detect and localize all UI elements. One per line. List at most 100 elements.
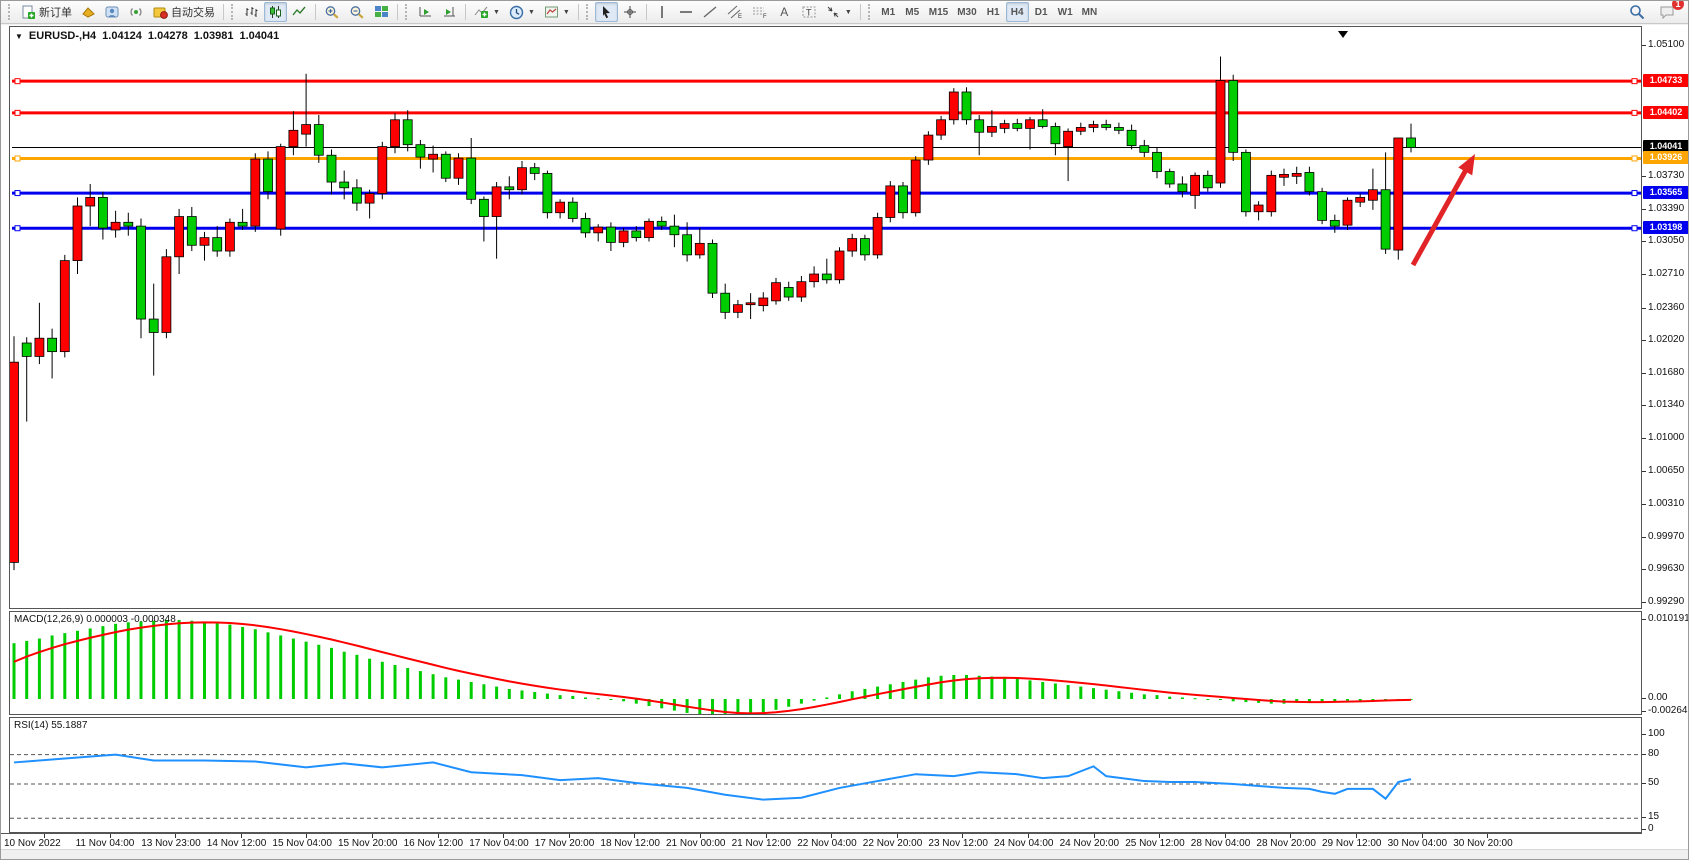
collapse-indicator-icon[interactable]: ▼ bbox=[15, 32, 23, 41]
timeframe-d1-button[interactable]: D1 bbox=[1030, 2, 1053, 22]
macd-bar bbox=[165, 620, 168, 699]
price-tag: 1.04402 bbox=[1643, 106, 1689, 119]
arrows-button[interactable]: ▼ bbox=[822, 2, 856, 22]
macd-bar bbox=[1079, 687, 1082, 699]
bull-candle bbox=[1394, 138, 1403, 250]
ohlc-close: 1.04041 bbox=[239, 30, 279, 42]
crosshair-button[interactable] bbox=[619, 2, 642, 22]
macd-bar bbox=[101, 626, 104, 699]
candlestick-chart-button[interactable] bbox=[264, 2, 287, 22]
price-tick-label: 1.03730 bbox=[1648, 170, 1689, 181]
horizontal-line-button[interactable] bbox=[675, 2, 698, 22]
navigator-button[interactable] bbox=[101, 2, 124, 22]
bull-candle bbox=[886, 186, 895, 218]
zoom-in-button[interactable] bbox=[320, 2, 344, 22]
bear-candle bbox=[264, 159, 273, 192]
line-handle bbox=[1632, 156, 1637, 161]
chart-shift-marker-icon bbox=[1338, 31, 1348, 38]
bull-candle bbox=[645, 221, 654, 237]
line-handle bbox=[15, 156, 20, 161]
macd-bar bbox=[38, 639, 41, 699]
market-watch-icon bbox=[81, 5, 96, 19]
rsi-axis-label: 50 bbox=[1648, 777, 1689, 788]
macd-bar bbox=[317, 645, 320, 699]
rsi-axis-label: 0 bbox=[1648, 823, 1689, 834]
macd-bar bbox=[381, 662, 384, 699]
timeframe-m5-button[interactable]: M5 bbox=[901, 2, 924, 22]
text-icon: A bbox=[780, 5, 788, 19]
auto-scroll-button[interactable] bbox=[414, 2, 437, 22]
bear-candle bbox=[1165, 172, 1174, 184]
status-bar bbox=[1, 849, 1689, 860]
timeframe-h1-button[interactable]: H1 bbox=[982, 2, 1005, 22]
timeframe-w1-button[interactable]: W1 bbox=[1054, 2, 1077, 22]
equidistant-channel-icon: E bbox=[727, 5, 743, 19]
periods-button[interactable]: ▼ bbox=[505, 2, 539, 22]
autotrading-button[interactable]: 自动交易 bbox=[149, 2, 219, 22]
rsi-pane[interactable]: RSI(14) 55.1887 bbox=[9, 717, 1642, 833]
bull-candle bbox=[848, 239, 857, 251]
cursor-button[interactable] bbox=[595, 2, 618, 22]
line-chart-button[interactable] bbox=[288, 2, 311, 22]
fibonacci-button[interactable]: F bbox=[748, 2, 772, 22]
bull-candle bbox=[911, 160, 920, 213]
new-order-button[interactable]: 新订单 bbox=[17, 2, 76, 22]
macd-bar bbox=[787, 699, 790, 707]
timeframe-mn-button[interactable]: MN bbox=[1078, 2, 1102, 22]
notifications-button[interactable]: 1 bbox=[1655, 2, 1680, 22]
main-chart-pane[interactable]: ▼ EURUSD-,H4 1.04124 1.04278 1.03981 1.0… bbox=[9, 26, 1642, 609]
market-watch-button[interactable] bbox=[77, 2, 100, 22]
equidistant-channel-button[interactable]: E bbox=[723, 2, 747, 22]
zoom-out-button[interactable] bbox=[345, 2, 369, 22]
timeframe-h4-button[interactable]: H4 bbox=[1006, 2, 1029, 22]
mt4-window: 新订单 自动交易 bbox=[0, 0, 1689, 860]
bull-candle bbox=[987, 126, 996, 132]
templates-button[interactable]: ▼ bbox=[540, 2, 574, 22]
templates-caret-icon: ▼ bbox=[563, 9, 570, 16]
toolbar-grip[interactable] bbox=[8, 4, 13, 20]
rsi-label: RSI(14) 55.1887 bbox=[14, 720, 87, 731]
text-label-button[interactable]: T bbox=[797, 2, 821, 22]
macd-bar bbox=[1105, 690, 1108, 699]
vertical-line-button[interactable] bbox=[651, 2, 674, 22]
bull-candle bbox=[1356, 197, 1365, 202]
timeframe-m30-button[interactable]: M30 bbox=[953, 2, 980, 22]
macd-bar bbox=[1219, 699, 1222, 700]
text-button[interactable]: A bbox=[773, 2, 796, 22]
time-tick-label: 22 Nov 20:00 bbox=[863, 838, 923, 849]
time-axis[interactable]: 10 Nov 202211 Nov 04:0013 Nov 23:0014 No… bbox=[1, 833, 1642, 850]
price-tick-label: 1.03050 bbox=[1648, 235, 1689, 246]
indicators-caret-icon: ▼ bbox=[493, 9, 500, 16]
time-tick-label: 29 Nov 12:00 bbox=[1322, 838, 1382, 849]
line-handle bbox=[1632, 226, 1637, 231]
horizontal-line-icon bbox=[679, 5, 693, 19]
timeframe-m15-button[interactable]: M15 bbox=[925, 2, 952, 22]
bear-candle bbox=[327, 155, 336, 182]
bear-candle bbox=[581, 218, 590, 232]
bull-candle bbox=[797, 282, 806, 297]
signal-button[interactable] bbox=[125, 2, 148, 22]
search-button[interactable] bbox=[1625, 2, 1649, 22]
zoom-in-icon bbox=[324, 5, 340, 20]
candles-group bbox=[10, 57, 1416, 571]
bear-candle bbox=[505, 187, 514, 190]
bear-candle bbox=[238, 222, 247, 226]
timeframe-m1-button[interactable]: M1 bbox=[877, 2, 900, 22]
trendline-button[interactable] bbox=[699, 2, 722, 22]
candlestick-chart bbox=[10, 27, 1641, 608]
price-axis[interactable]: 1.051001.037301.033901.030501.027101.023… bbox=[1642, 25, 1689, 849]
bear-candle bbox=[1140, 146, 1149, 153]
chart-shift-button[interactable] bbox=[438, 2, 461, 22]
notification-badge: 1 bbox=[1672, 0, 1684, 10]
tile-windows-button[interactable] bbox=[370, 2, 393, 22]
time-tick-label: 11 Nov 04:00 bbox=[76, 838, 135, 849]
time-tick-label: 23 Nov 12:00 bbox=[928, 838, 988, 849]
bar-chart-button[interactable] bbox=[240, 2, 263, 22]
macd-bar bbox=[736, 699, 739, 714]
macd-pane[interactable]: MACD(12,26,9) 0.000003 -0.000348 bbox=[9, 611, 1642, 715]
toolbar: 新订单 自动交易 bbox=[1, 1, 1689, 24]
macd-bar bbox=[51, 635, 54, 699]
macd-bar bbox=[559, 695, 562, 699]
indicators-button[interactable]: ▼ bbox=[470, 2, 504, 22]
bull-candle bbox=[35, 338, 44, 356]
